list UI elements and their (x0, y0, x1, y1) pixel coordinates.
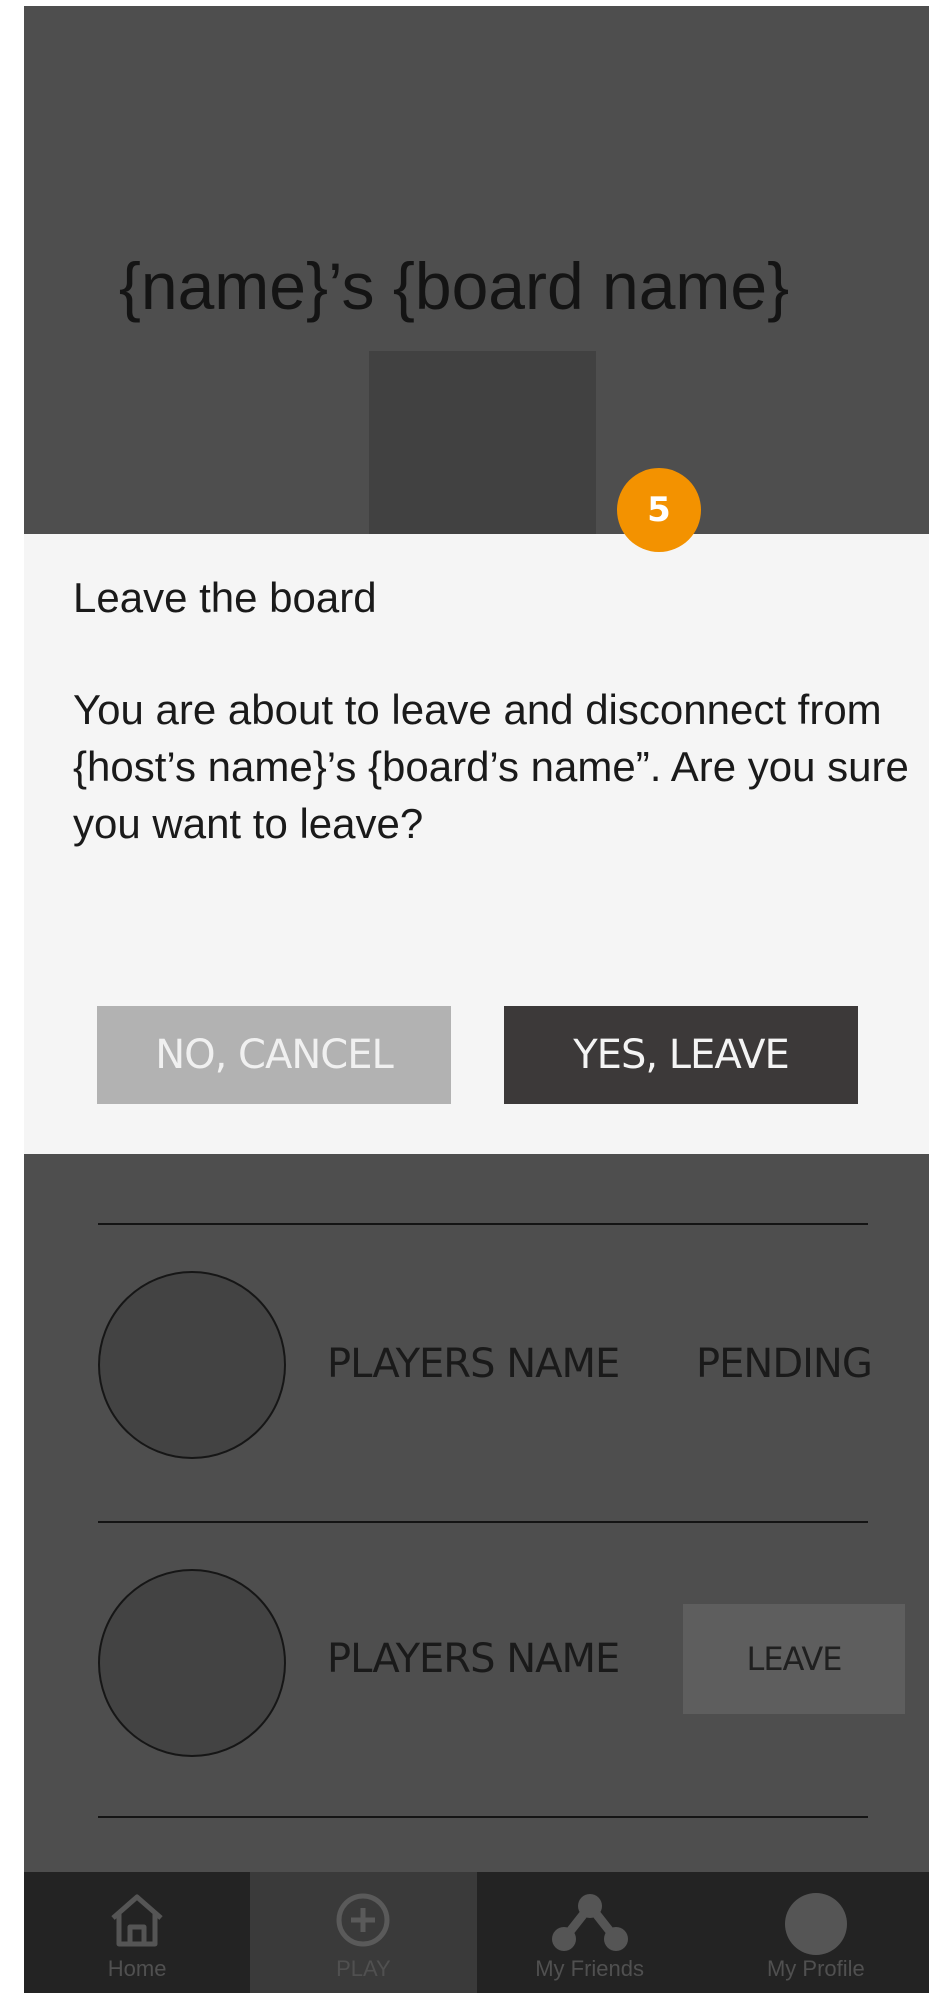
list-divider (98, 1521, 868, 1523)
confirm-leave-button[interactable]: YES, LEAVE (504, 1006, 858, 1104)
nav-label-home: Home (107, 1956, 167, 1981)
nav-item-home[interactable]: Home (24, 1872, 250, 1993)
cancel-button[interactable]: NO, CANCEL (97, 1006, 451, 1104)
nav-item-friends[interactable]: My Friends (477, 1872, 703, 1993)
player-name: PLAYERS NAME (327, 1636, 620, 1682)
profile-avatar-icon (784, 1892, 848, 1961)
friends-network-icon (550, 1892, 630, 1957)
plus-circle-icon (335, 1892, 391, 1953)
player-avatar (98, 1271, 286, 1459)
nav-item-profile[interactable]: My Profile (703, 1872, 929, 1993)
player-name: PLAYERS NAME (327, 1341, 620, 1387)
board-image (369, 351, 596, 541)
home-icon (107, 1892, 167, 1953)
nav-label-profile: My Profile (766, 1956, 865, 1981)
player-avatar (98, 1569, 286, 1757)
nav-label-play: PLAY (336, 1956, 391, 1981)
list-divider (98, 1223, 868, 1225)
bottom-nav: Home PLAY My Friends My Profile (24, 1872, 929, 1993)
dialog-title: Leave the board (73, 574, 377, 621)
board-screen: {name}’s {board name} PLAYERS NAME PENDI… (24, 6, 929, 1993)
leave-board-button[interactable]: LEAVE (683, 1604, 905, 1714)
nav-item-play[interactable]: PLAY (250, 1872, 477, 1993)
leave-board-dialog: Leave the board You are about to leave a… (24, 534, 929, 1154)
list-divider (98, 1816, 868, 1818)
player-status: PENDING (696, 1341, 873, 1387)
board-title: {name}’s {board name} (118, 249, 790, 323)
nav-label-friends: My Friends (535, 1956, 645, 1981)
dialog-message: You are about to leave and disconnect fr… (73, 686, 909, 847)
step-number-badge: 5 (617, 468, 701, 552)
